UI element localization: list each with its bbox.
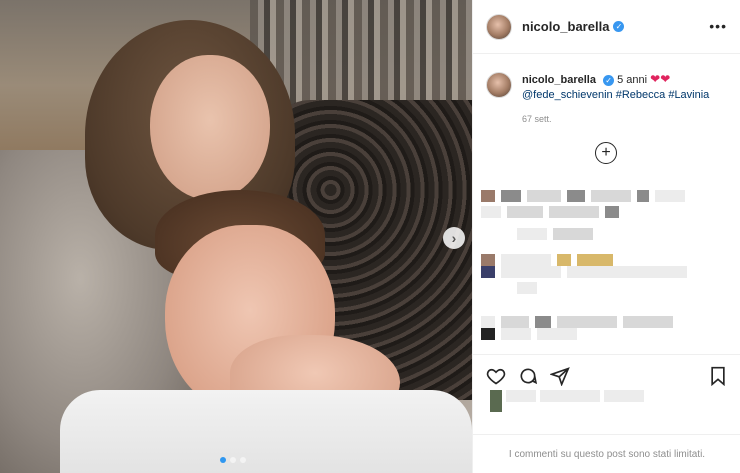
caption-text: 5 anni <box>617 74 648 86</box>
blurred-block <box>501 254 551 266</box>
comment-icon[interactable] <box>517 365 539 387</box>
post-caption: nicolo_barella ✓ 5 anni ❤❤ @fede_schieve… <box>486 72 731 103</box>
chevron-right-icon[interactable]: › <box>443 227 465 249</box>
blurred-block <box>577 254 613 266</box>
add-circle-icon[interactable]: + <box>595 142 617 164</box>
post-time[interactable]: 67 sett. <box>522 114 552 124</box>
blurred-block <box>540 390 600 402</box>
photo-woman-face <box>150 55 270 200</box>
blurred-block <box>567 190 585 202</box>
blurred-block <box>481 190 495 202</box>
blurred-block <box>527 190 561 202</box>
carousel-dot <box>230 457 236 463</box>
caption-hashtags[interactable]: #Rebecca #Lavinia <box>616 89 710 101</box>
heart-icon[interactable] <box>485 365 507 387</box>
blurred-block <box>567 266 687 278</box>
blurred-block <box>481 206 501 218</box>
blurred-block <box>537 328 577 340</box>
blurred-block <box>501 190 521 202</box>
blurred-comment <box>481 316 673 328</box>
blurred-block <box>481 254 495 266</box>
carousel-dot-active <box>220 457 226 463</box>
photo-tshirt <box>60 390 472 473</box>
more-options-icon[interactable]: ••• <box>709 18 727 34</box>
caption-username[interactable]: nicolo_barella <box>522 74 596 86</box>
caption-body: nicolo_barella ✓ 5 anni ❤❤ @fede_schieve… <box>522 72 709 103</box>
blurred-comment <box>481 266 687 278</box>
blurred-block <box>481 316 495 328</box>
blurred-comment <box>517 282 537 294</box>
blurred-block <box>501 328 531 340</box>
carousel-dots <box>220 457 246 463</box>
verified-badge-icon: ✓ <box>613 21 625 32</box>
post-header: nicolo_barella ✓ ••• <box>473 0 740 54</box>
avatar[interactable] <box>486 13 512 40</box>
bookmark-icon[interactable] <box>707 365 729 387</box>
blurred-block <box>591 190 631 202</box>
blurred-block <box>501 316 529 328</box>
blurred-block <box>490 390 502 412</box>
blurred-comment <box>481 190 685 202</box>
header-username[interactable]: nicolo_barella <box>522 19 609 34</box>
blurred-comment <box>517 228 593 240</box>
share-icon[interactable] <box>549 365 571 387</box>
blurred-block <box>506 390 536 402</box>
comments-limited-notice: I commenti su questo post sono stati lim… <box>473 434 740 473</box>
blurred-block <box>655 190 685 202</box>
blurred-block <box>553 228 593 240</box>
blurred-block <box>517 282 537 294</box>
blurred-comment <box>481 254 613 266</box>
heart-emoji-icon: ❤❤ <box>650 72 671 86</box>
blurred-block <box>549 206 599 218</box>
blurred-block <box>535 316 551 328</box>
blurred-block <box>481 266 495 278</box>
caption-mention[interactable]: @fede_schievenin <box>522 89 613 101</box>
carousel-dot <box>240 457 246 463</box>
blurred-block <box>637 190 649 202</box>
blurred-block <box>517 228 547 240</box>
post-side-panel: nicolo_barella ✓ ••• nicolo_barella ✓ 5 … <box>472 0 740 473</box>
post-photo[interactable]: › <box>0 0 472 473</box>
blurred-block <box>623 316 673 328</box>
blurred-block <box>481 328 495 340</box>
blurred-comment <box>481 328 577 340</box>
blurred-block <box>557 316 617 328</box>
blurred-block <box>507 206 543 218</box>
verified-badge-icon: ✓ <box>603 74 615 86</box>
caption-avatar[interactable] <box>486 72 512 98</box>
blurred-block <box>605 206 619 218</box>
blurred-likes <box>490 390 644 412</box>
blurred-comment <box>481 206 619 218</box>
blurred-block <box>501 266 561 278</box>
blurred-block <box>604 390 644 402</box>
blurred-block <box>557 254 571 266</box>
